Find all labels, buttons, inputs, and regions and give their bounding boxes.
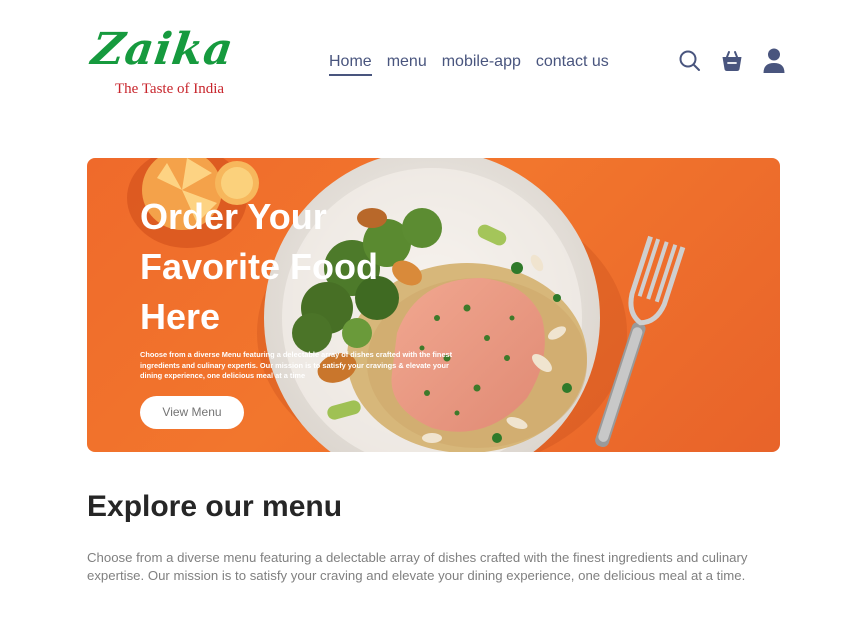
logo-tagline: The Taste of India [115, 81, 225, 97]
nav-menu[interactable]: menu [387, 53, 427, 76]
header-icons [678, 47, 786, 75]
hero-title-line-3: Here [140, 296, 221, 337]
logo[interactable]: Zaika The Taste of India [88, 24, 265, 100]
search-icon[interactable] [678, 47, 702, 75]
nav-home[interactable]: Home [329, 53, 372, 76]
hero-title: Order Your Favorite Food Here [140, 192, 440, 342]
hero-banner: Order Your Favorite Food Here Choose fro… [87, 158, 780, 452]
explore-menu-heading: Explore our menu [87, 490, 343, 523]
user-icon[interactable] [762, 47, 786, 75]
explore-menu-description: Choose from a diverse menu featuring a d… [87, 550, 748, 583]
page: Zaika The Taste of India Home menu mobil… [0, 0, 864, 630]
logo-wordmark: Zaika [88, 24, 237, 75]
basket-icon[interactable] [720, 47, 744, 75]
hero-description: Choose from a diverse Menu featuring a d… [140, 350, 453, 380]
nav-contact-us[interactable]: contact us [536, 53, 609, 76]
view-menu-button[interactable]: View Menu [140, 396, 244, 429]
hero-title-line-1: Order Your [140, 196, 327, 237]
hero-title-line-2: Favorite Food [140, 246, 379, 287]
main-nav: Home menu mobile-app contact us [329, 53, 609, 76]
nav-mobile-app[interactable]: mobile-app [442, 53, 521, 76]
